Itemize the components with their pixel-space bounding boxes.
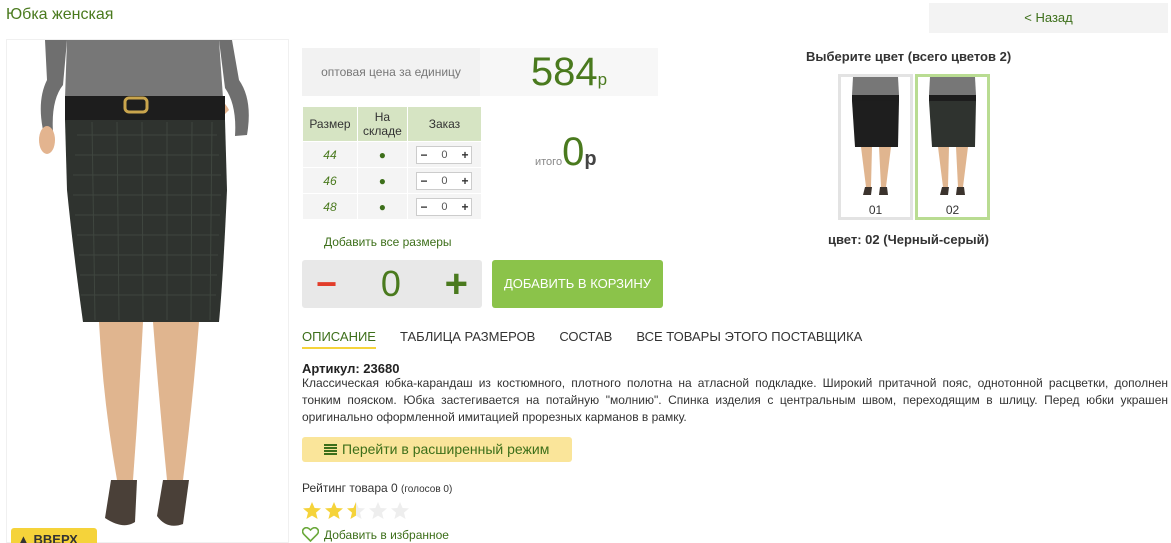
- table-row: 46 ● − 0 +: [302, 167, 483, 194]
- product-photo[interactable]: [6, 39, 289, 543]
- color-swatch-01[interactable]: 01: [838, 74, 913, 220]
- decrement-button[interactable]: −: [420, 174, 427, 188]
- in-stock-indicator: ●: [356, 141, 408, 168]
- quantity-stepper-large: − 0 +: [302, 260, 482, 308]
- favorites-label: Добавить в избранное: [324, 527, 449, 542]
- size-value: 48: [302, 193, 358, 220]
- header-stock: На складе: [356, 106, 408, 142]
- extended-mode-label: Перейти в расширенный режим: [342, 441, 550, 457]
- scroll-top-button[interactable]: ▲ ВВЕРХ: [11, 528, 97, 543]
- increment-button[interactable]: +: [445, 264, 468, 304]
- size-value: 46: [302, 167, 358, 194]
- price-box: оптовая цена за единицу 584р: [302, 48, 658, 96]
- scroll-top-label: ВВЕРХ: [33, 532, 78, 543]
- add-all-sizes-link[interactable]: Добавить все размеры: [324, 235, 452, 249]
- in-stock-indicator: ●: [356, 167, 408, 194]
- product-description: Классическая юбка-карандаш из костюмного…: [302, 376, 1168, 424]
- color-picker-title: Выберите цвет (всего цветов 2): [806, 49, 1012, 64]
- color-swatch-02[interactable]: 02: [915, 74, 990, 220]
- total-currency: р: [584, 148, 597, 170]
- arrow-up-icon: ▲: [17, 532, 30, 543]
- quantity-value[interactable]: 0: [441, 201, 447, 213]
- star-icon[interactable]: [390, 501, 410, 521]
- increment-button[interactable]: +: [461, 200, 468, 214]
- quantity-value[interactable]: 0: [441, 149, 447, 161]
- increment-button[interactable]: +: [461, 148, 468, 162]
- skirt-model-image: [39, 40, 249, 526]
- rating-votes: (голосов 0): [401, 484, 453, 495]
- tab-size-chart[interactable]: ТАБЛИЦА РАЗМЕРОВ: [400, 329, 535, 349]
- header-size: Размер: [302, 106, 358, 142]
- price-value-box: 584р: [480, 48, 658, 96]
- sizes-table: Размер На складе Заказ 44 ● − 0 + 46 ● −: [302, 106, 483, 220]
- decrement-button[interactable]: −: [316, 266, 337, 302]
- in-stock-indicator: ●: [356, 193, 408, 220]
- heart-icon: [302, 527, 319, 542]
- increment-button[interactable]: +: [461, 174, 468, 188]
- decrement-button[interactable]: −: [420, 148, 427, 162]
- tab-description[interactable]: ОПИСАНИЕ: [302, 329, 376, 349]
- total-value: 0: [562, 130, 585, 174]
- swatch-code: 01: [841, 203, 910, 217]
- article-number: Артикул: 23680: [302, 361, 400, 376]
- table-row: 44 ● − 0 +: [302, 141, 483, 168]
- extended-mode-button[interactable]: Перейти в расширенный режим: [302, 437, 572, 462]
- add-to-cart-button[interactable]: ДОБАВИТЬ В КОРЗИНУ: [492, 260, 663, 308]
- order-total: итого0р: [535, 130, 597, 175]
- total-label: итого: [535, 156, 563, 168]
- order-cell: − 0 +: [406, 141, 483, 168]
- quantity-stepper: − 0 +: [416, 145, 473, 164]
- list-icon: [324, 444, 337, 455]
- tab-supplier-products[interactable]: ВСЕ ТОВАРЫ ЭТОГО ПОСТАВЩИКА: [636, 329, 862, 349]
- rating-stars: [302, 501, 410, 521]
- price-currency: р: [597, 70, 608, 89]
- quantity-stepper: − 0 +: [416, 171, 473, 190]
- rating-text: Рейтинг товара 0 (голосов 0): [302, 481, 452, 495]
- add-to-favorites-link[interactable]: Добавить в избранное: [302, 527, 449, 542]
- star-icon[interactable]: [302, 501, 322, 521]
- decrement-button[interactable]: −: [420, 200, 427, 214]
- tab-composition[interactable]: СОСТАВ: [559, 329, 612, 349]
- selected-color-label: цвет: 02 (Черный-серый): [828, 232, 989, 247]
- header-order: Заказ: [406, 106, 483, 142]
- quantity-value[interactable]: 0: [381, 263, 401, 305]
- swatch-image: [929, 77, 976, 195]
- order-cell: − 0 +: [406, 167, 483, 194]
- star-icon[interactable]: [346, 501, 366, 521]
- page-title: Юбка женская: [6, 6, 114, 23]
- order-cell: − 0 +: [406, 193, 483, 220]
- swatch-image: [852, 77, 899, 195]
- size-value: 44: [302, 141, 358, 168]
- swatch-code: 02: [918, 203, 987, 217]
- back-button[interactable]: < Назад: [929, 3, 1168, 33]
- price-label: оптовая цена за единицу: [321, 65, 461, 79]
- star-icon[interactable]: [324, 501, 344, 521]
- star-icon[interactable]: [368, 501, 388, 521]
- quantity-value[interactable]: 0: [441, 175, 447, 187]
- product-tabs: ОПИСАНИЕ ТАБЛИЦА РАЗМЕРОВ СОСТАВ ВСЕ ТОВ…: [302, 329, 862, 349]
- table-row: 48 ● − 0 +: [302, 193, 483, 220]
- price-value: 584: [530, 50, 598, 94]
- quantity-stepper: − 0 +: [416, 197, 473, 216]
- rating-label: Рейтинг товара 0: [302, 481, 398, 495]
